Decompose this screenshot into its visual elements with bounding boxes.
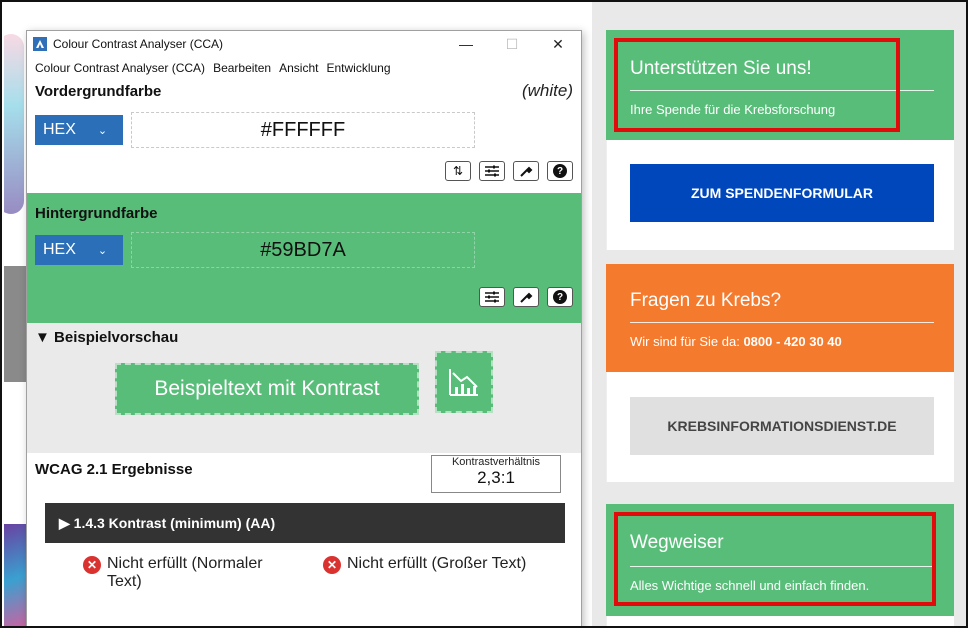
menu-app[interactable]: Colour Contrast Analyser (CCA) bbox=[35, 61, 205, 75]
background-hex-input[interactable]: #59BD7A bbox=[131, 232, 475, 268]
krebsinformationsdienst-button[interactable]: KREBSINFORMATIONSDIENST.DE bbox=[630, 397, 934, 455]
results-section: WCAG 2.1 Ergebnisse Kontrastverhältnis 2… bbox=[27, 453, 581, 613]
menu-develop[interactable]: Entwicklung bbox=[326, 61, 390, 75]
foreground-toolbar: ⇅ ? bbox=[445, 161, 573, 181]
criterion-1-4-3-toggle[interactable]: ▶ 1.4.3 Kontrast (minimum) (AA) bbox=[45, 503, 565, 543]
fail-icon: ✕ bbox=[83, 556, 101, 574]
result-normal-text: ✕ Nicht erfüllt (Normaler Text) bbox=[83, 555, 293, 591]
result-large-text: ✕ Nicht erfüllt (Großer Text) bbox=[323, 555, 526, 591]
background-section: Hintergrundfarbe HEX ⌄ #59BD7A ? bbox=[27, 193, 581, 323]
questions-divider bbox=[630, 322, 934, 323]
result-normal-text-label: Nicht erfüllt (Normaler Text) bbox=[107, 555, 263, 590]
maximize-button[interactable]: ☐ bbox=[489, 31, 535, 57]
sliders-icon[interactable] bbox=[479, 161, 505, 181]
decorative-artwork bbox=[4, 524, 26, 626]
background-banner bbox=[4, 266, 26, 382]
questions-panel: Fragen zu Krebs? Wir sind für Sie da: 08… bbox=[606, 264, 954, 372]
window-title: Colour Contrast Analyser (CCA) bbox=[53, 37, 224, 51]
background-format-value: HEX bbox=[43, 241, 76, 258]
chevron-down-icon: ⌄ bbox=[97, 124, 108, 137]
close-button[interactable]: ✕ bbox=[535, 31, 581, 57]
window-controls: — ☐ ✕ bbox=[443, 31, 581, 57]
guide-card bbox=[606, 616, 954, 626]
decorative-swirl bbox=[4, 34, 24, 214]
result-large-text-label: Nicht erfüllt (Großer Text) bbox=[347, 555, 527, 572]
sliders-icon[interactable] bbox=[479, 287, 505, 307]
help-icon[interactable]: ? bbox=[547, 161, 573, 181]
results-list: ✕ Nicht erfüllt (Normaler Text) ✕ Nicht … bbox=[83, 555, 526, 591]
background-page bbox=[4, 4, 26, 626]
questions-subtitle-prefix: Wir sind für Sie da: bbox=[630, 334, 744, 349]
questions-subtitle: Wir sind für Sie da: 0800 - 420 30 40 bbox=[630, 334, 842, 349]
contrast-ratio-label: Kontrastverhältnis bbox=[451, 456, 541, 468]
foreground-format-value: HEX bbox=[43, 121, 76, 138]
background-label: Hintergrundfarbe bbox=[35, 205, 158, 222]
questions-title: Fragen zu Krebs? bbox=[630, 290, 782, 311]
foreground-color-row: HEX ⌄ #FFFFFF bbox=[35, 112, 573, 148]
preview-toggle[interactable]: ▼ Beispielvorschau bbox=[35, 323, 573, 346]
foreground-color-name: (white) bbox=[521, 81, 573, 100]
preview-sample-text: Beispieltext mit Kontrast bbox=[115, 363, 419, 415]
foreground-label: Vordergrundfarbe bbox=[35, 83, 162, 100]
eyedropper-icon[interactable] bbox=[513, 161, 539, 181]
screenshot-frame: Unterstützen Sie uns! Ihre Spende für di… bbox=[0, 0, 968, 628]
cca-app-icon bbox=[33, 37, 47, 51]
contrast-ratio-value: 2,3:1 bbox=[477, 468, 515, 487]
questions-phone[interactable]: 0800 - 420 30 40 bbox=[743, 334, 841, 349]
background-toolbar: ? bbox=[479, 287, 573, 307]
highlight-box-donate bbox=[614, 38, 900, 132]
eyedropper-icon[interactable] bbox=[513, 287, 539, 307]
highlight-box-guide bbox=[614, 512, 936, 606]
preview-section: ▼ Beispielvorschau Beispieltext mit Kont… bbox=[27, 323, 581, 453]
swap-colors-icon[interactable]: ⇅ bbox=[445, 161, 471, 181]
chart-preview-icon bbox=[435, 351, 493, 413]
contrast-ratio-box: Kontrastverhältnis 2,3:1 bbox=[431, 455, 561, 493]
menu-view[interactable]: Ansicht bbox=[279, 61, 318, 75]
help-icon[interactable]: ? bbox=[547, 287, 573, 307]
menu-edit[interactable]: Bearbeiten bbox=[213, 61, 271, 75]
donate-button[interactable]: ZUM SPENDENFORMULAR bbox=[630, 164, 934, 222]
title-bar[interactable]: Colour Contrast Analyser (CCA) — ☐ ✕ bbox=[27, 31, 581, 57]
foreground-hex-input[interactable]: #FFFFFF bbox=[131, 112, 475, 148]
chevron-down-icon: ⌄ bbox=[97, 244, 108, 257]
minimize-button[interactable]: — bbox=[443, 31, 489, 57]
background-format-select[interactable]: HEX ⌄ bbox=[35, 235, 123, 265]
fail-icon: ✕ bbox=[323, 556, 341, 574]
menu-bar: Colour Contrast Analyser (CCA) Bearbeite… bbox=[27, 57, 581, 79]
foreground-format-select[interactable]: HEX ⌄ bbox=[35, 115, 123, 145]
background-color-row: HEX ⌄ #59BD7A bbox=[35, 232, 573, 268]
foreground-section: Vordergrundfarbe (white) HEX ⌄ #FFFFFF ⇅… bbox=[27, 79, 581, 193]
cca-window: Colour Contrast Analyser (CCA) — ☐ ✕ Col… bbox=[26, 30, 582, 626]
